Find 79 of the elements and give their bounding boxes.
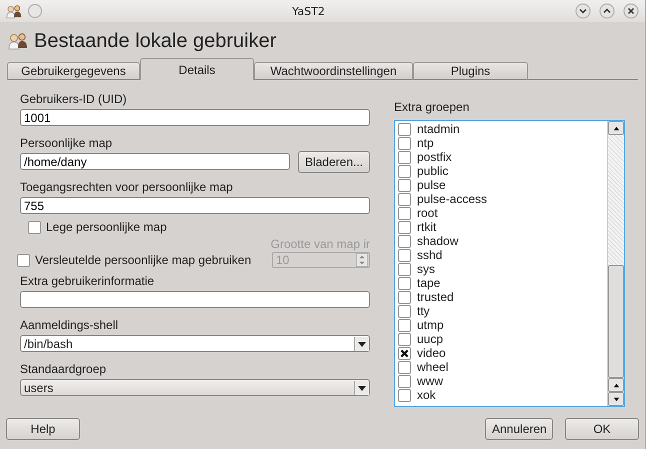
field-label: Gebruikers-ID (UID) — [20, 92, 128, 107]
checkbox[interactable] — [28, 220, 41, 234]
checkbox[interactable] — [398, 122, 411, 136]
dialog-heading: Bestaande lokale gebruiker — [34, 30, 276, 52]
field-label: Extra groepen — [394, 100, 470, 115]
checkbox[interactable] — [398, 332, 411, 346]
menu-button[interactable] — [28, 4, 42, 18]
users-icon — [8, 32, 28, 50]
help-button[interactable]: Help — [6, 418, 80, 440]
checkbox[interactable] — [398, 304, 411, 318]
input-field[interactable] — [20, 291, 370, 308]
checkbox[interactable] — [398, 150, 411, 164]
caret-icon — [354, 336, 369, 350]
caret-icon — [354, 380, 369, 394]
checkbox[interactable] — [398, 262, 411, 276]
list-item[interactable]: tty — [417, 304, 430, 318]
field-label: Toegangsrechten voor persoonlijke map — [20, 180, 234, 195]
checkbox-label: Versleutelde persoonlijke map gebruiken — [35, 253, 252, 267]
list-item[interactable]: rtkit — [417, 220, 436, 234]
list-item[interactable]: video — [417, 346, 446, 360]
input-field[interactable]: 755 — [20, 197, 370, 214]
field-label: Aanmeldings-shell — [20, 318, 120, 333]
checkbox[interactable] — [398, 318, 411, 332]
list-item[interactable]: ntadmin — [417, 122, 460, 136]
list-item[interactable]: www — [417, 374, 443, 388]
maximize-button[interactable] — [599, 3, 615, 19]
checkbox[interactable] — [398, 360, 411, 374]
list-item[interactable]: wheel — [417, 360, 448, 374]
checkbox[interactable] — [398, 388, 411, 402]
list-item[interactable]: tape — [417, 276, 440, 290]
field-label: Standaardgroep — [20, 362, 108, 377]
list-item[interactable]: trusted — [417, 290, 454, 304]
combo-box[interactable]: /bin/bash — [20, 335, 370, 352]
list-item[interactable]: utmp — [417, 318, 444, 332]
ok-button[interactable]: OK — [565, 418, 639, 440]
list-item[interactable]: pulse-access — [417, 192, 488, 206]
minimize-button[interactable] — [575, 3, 591, 19]
scrollbar[interactable] — [607, 121, 624, 406]
list-item[interactable]: ntp — [417, 136, 434, 150]
list-item[interactable]: uucp — [417, 332, 444, 346]
checkbox[interactable] — [398, 374, 411, 388]
cancel-button[interactable]: Annuleren — [485, 418, 553, 440]
checkbox[interactable] — [398, 178, 411, 192]
list-item[interactable]: public — [417, 164, 448, 178]
list-item[interactable]: postfix — [417, 150, 452, 164]
window-title: YaST2 — [291, 4, 326, 18]
browse-button[interactable]: Bladeren... — [298, 150, 370, 172]
checkbox[interactable] — [398, 234, 411, 248]
dropdown[interactable]: users — [20, 379, 370, 396]
checkbox[interactable] — [398, 164, 411, 178]
list-item[interactable]: xok — [417, 388, 436, 402]
users-icon — [6, 4, 22, 18]
checkbox-label: Lege persoonlijke map — [46, 220, 167, 234]
checkbox[interactable] — [398, 220, 411, 234]
list-item[interactable]: root — [417, 206, 438, 220]
close-button[interactable] — [623, 3, 639, 19]
list-item[interactable]: pulse — [417, 178, 446, 192]
input-field[interactable]: /home/dany — [20, 153, 290, 170]
field-label: Persoonlijke map — [20, 136, 114, 151]
list-item[interactable]: sys — [417, 262, 435, 276]
checkbox[interactable] — [17, 254, 30, 266]
checkbox[interactable] — [398, 346, 411, 360]
field-label: Grootte van map ir — [270, 237, 370, 251]
checkbox[interactable] — [398, 248, 411, 262]
checkbox[interactable] — [398, 206, 411, 220]
spin-arrows-icon — [355, 253, 369, 267]
list-item[interactable]: sshd — [417, 248, 442, 262]
field-label: Extra gebruikerinformatie — [20, 274, 156, 289]
checkbox[interactable] — [398, 290, 411, 304]
tab[interactable]: Wachtwoordinstellingen — [254, 62, 413, 80]
scroll-down-icon[interactable] — [612, 394, 620, 404]
checkbox[interactable] — [398, 136, 411, 150]
list-item[interactable]: shadow — [417, 234, 458, 248]
input-field[interactable]: 1001 — [20, 109, 370, 126]
checkbox[interactable] — [398, 192, 411, 206]
checkbox[interactable] — [398, 276, 411, 290]
tab[interactable]: Details — [140, 58, 254, 80]
tab[interactable]: Gebruikergegevens — [7, 62, 140, 80]
tab[interactable]: Plugins — [413, 62, 528, 80]
